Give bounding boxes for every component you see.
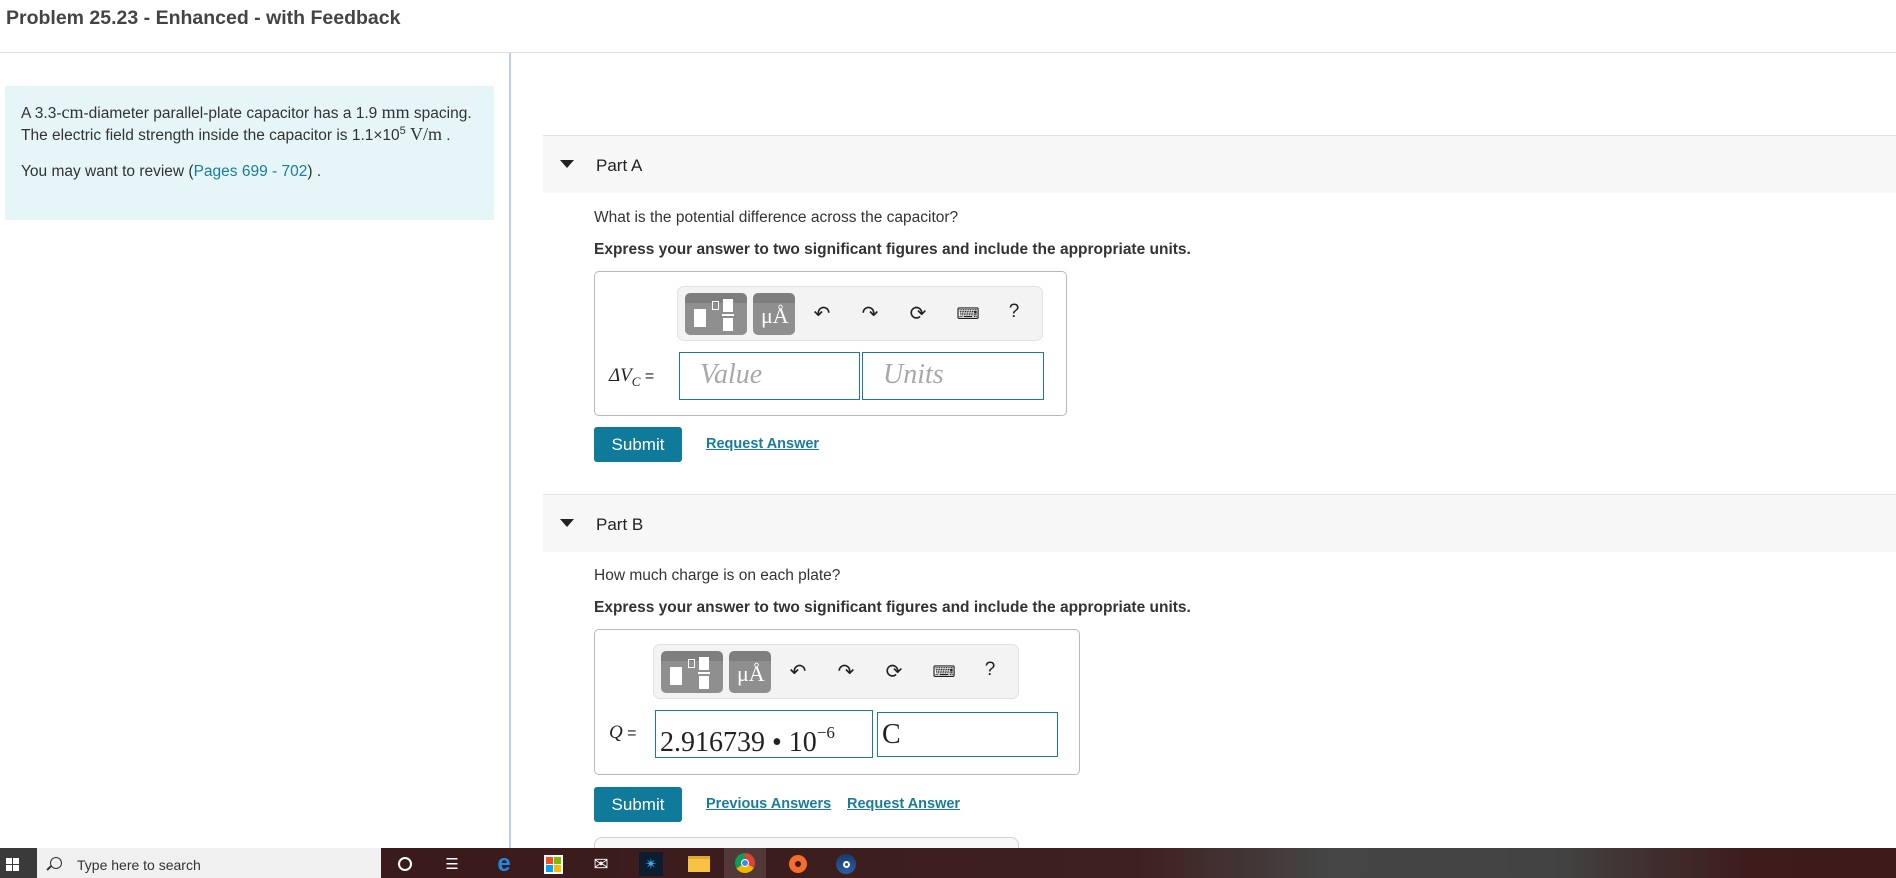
units-icon: μÅ bbox=[761, 303, 789, 328]
panel-divider[interactable] bbox=[509, 53, 511, 848]
part-b-header[interactable]: Part B bbox=[543, 494, 1896, 552]
store-icon[interactable] bbox=[541, 852, 565, 876]
part-b-request-answer-link[interactable]: Request Answer bbox=[847, 796, 960, 812]
part-a-units-input[interactable]: Units bbox=[862, 352, 1044, 400]
help-button[interactable]: ? bbox=[976, 659, 1004, 681]
cortana-icon[interactable] bbox=[393, 852, 417, 876]
part-b-title: Part B bbox=[596, 515, 644, 534]
part-b-answer-box: μÅ ↶ ↷ ⟳ ⌨ ? Q = 2.916739 • 10−6 C bbox=[594, 629, 1080, 775]
part-a-math-toolbar: μÅ ↶ ↷ ⟳ ⌨ ? bbox=[677, 286, 1043, 341]
units-button[interactable]: μÅ bbox=[753, 293, 795, 335]
redo-icon[interactable]: ↷ bbox=[856, 301, 884, 326]
templates-button[interactable] bbox=[685, 293, 747, 335]
battlenet-icon[interactable]: ✴ bbox=[639, 852, 663, 876]
start-button[interactable] bbox=[0, 848, 37, 878]
task-view-icon[interactable]: ☰ bbox=[440, 852, 464, 876]
problem-statement: A 3.3-cm-diameter parallel-plate capacit… bbox=[5, 86, 494, 220]
part-a-submit-button[interactable]: Submit bbox=[594, 427, 682, 462]
reset-icon[interactable]: ⟳ bbox=[904, 301, 932, 326]
part-a-title: Part A bbox=[596, 156, 643, 175]
part-b-math-toolbar: μÅ ↶ ↷ ⟳ ⌨ ? bbox=[653, 644, 1019, 699]
page-header: Problem 25.23 - Enhanced - with Feedback bbox=[0, 0, 1896, 53]
search-placeholder: Type here to search bbox=[77, 857, 201, 873]
mail-icon[interactable]: ✉ bbox=[589, 852, 613, 876]
problem-text: A 3.3-cm-diameter parallel-plate capacit… bbox=[21, 102, 472, 144]
review-text: You may want to review (Pages 699 - 702)… bbox=[21, 163, 322, 180]
windows-taskbar: Type here to search ☰ e ✉ ✴ bbox=[0, 848, 1896, 878]
part-a-value-input[interactable]: Value bbox=[679, 352, 860, 400]
chrome-icon[interactable] bbox=[724, 848, 766, 878]
help-button[interactable]: ? bbox=[1000, 301, 1028, 323]
templates-icon bbox=[670, 667, 682, 685]
redo-icon[interactable]: ↷ bbox=[832, 659, 860, 684]
edge-icon[interactable]: e bbox=[492, 850, 516, 877]
part-a-question: What is the potential difference across … bbox=[594, 209, 959, 226]
units-button[interactable]: μÅ bbox=[729, 651, 771, 693]
taskbar-search-box[interactable]: Type here to search bbox=[37, 848, 381, 878]
windows-logo-icon bbox=[6, 858, 20, 872]
origin-icon[interactable] bbox=[786, 852, 810, 876]
undo-icon[interactable]: ↶ bbox=[808, 301, 836, 326]
reset-icon[interactable]: ⟳ bbox=[880, 659, 908, 684]
part-b-units-input[interactable]: C bbox=[877, 712, 1058, 757]
review-pages-link[interactable]: Pages 699 - 702 bbox=[194, 163, 308, 180]
templates-icon bbox=[694, 309, 706, 327]
search-icon bbox=[50, 857, 62, 869]
part-b-question: How much charge is on each plate? bbox=[594, 567, 841, 584]
keyboard-icon[interactable]: ⌨ bbox=[930, 662, 958, 682]
keyboard-icon[interactable]: ⌨ bbox=[954, 304, 982, 324]
part-b-instruction: Express your answer to two significant f… bbox=[594, 599, 1191, 616]
part-b-submit-button[interactable]: Submit bbox=[594, 787, 682, 822]
steam-icon[interactable] bbox=[834, 852, 858, 876]
part-b-previous-answers-link[interactable]: Previous Answers bbox=[706, 796, 831, 812]
file-explorer-icon[interactable] bbox=[687, 852, 711, 876]
part-b-value-input[interactable]: 2.916739 • 10−6 bbox=[655, 710, 873, 758]
part-a-header[interactable]: Part A bbox=[543, 135, 1896, 193]
undo-icon[interactable]: ↶ bbox=[784, 659, 812, 684]
part-a-request-answer-link[interactable]: Request Answer bbox=[706, 436, 819, 452]
part-a-variable-label: ΔVC = bbox=[609, 365, 655, 389]
units-icon: μÅ bbox=[737, 661, 765, 686]
part-b-variable-label: Q = bbox=[609, 722, 637, 743]
templates-button[interactable] bbox=[661, 651, 723, 693]
collapse-caret-icon[interactable] bbox=[560, 160, 574, 168]
collapse-caret-icon[interactable] bbox=[560, 519, 574, 527]
part-a-answer-box: μÅ ↶ ↷ ⟳ ⌨ ? ΔVC = Value Units bbox=[594, 271, 1067, 416]
part-a-instruction: Express your answer to two significant f… bbox=[594, 241, 1191, 258]
page-title: Problem 25.23 - Enhanced - with Feedback bbox=[6, 7, 401, 29]
